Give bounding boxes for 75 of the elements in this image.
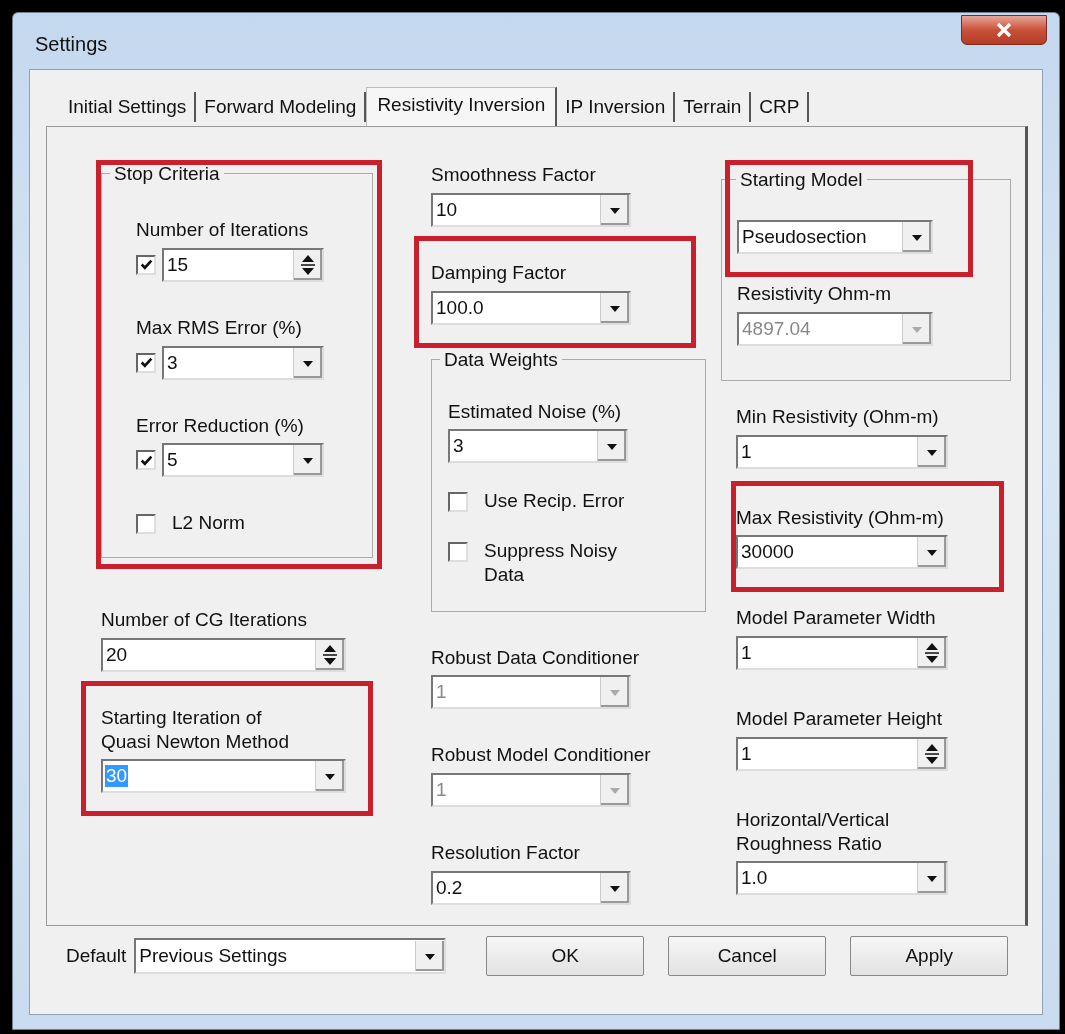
field-value: 1 bbox=[740, 440, 753, 463]
tab[interactable]: Resistivity Inversion bbox=[366, 87, 558, 126]
checkbox-label: Use Recip. Error bbox=[484, 489, 625, 513]
combo-box[interactable]: 3 bbox=[448, 429, 628, 464]
checkbox[interactable] bbox=[136, 352, 156, 373]
field-value: 30000 bbox=[740, 541, 795, 564]
field-value: 1 bbox=[435, 681, 448, 704]
field-label: Resolution Factor bbox=[431, 841, 581, 865]
field-value: 20 bbox=[105, 643, 129, 666]
checkbox[interactable] bbox=[136, 254, 156, 275]
field-label: Robust Model Conditioner bbox=[431, 743, 652, 767]
field-value: 1.0 bbox=[740, 867, 769, 890]
field-value: Previous Settings bbox=[138, 945, 289, 967]
field-label: Number of CG Iterations bbox=[101, 608, 308, 632]
field-label: Smoothness Factor bbox=[431, 163, 597, 187]
field-value: 15 bbox=[166, 253, 190, 276]
combo-box[interactable]: 5 bbox=[162, 443, 324, 478]
combo-box[interactable]: 3 bbox=[162, 345, 324, 380]
field-label: Max Resistivity (Ohm-m) bbox=[736, 505, 945, 530]
field-value: 1 bbox=[740, 742, 753, 765]
checkmark-icon bbox=[139, 356, 153, 369]
checkbox[interactable] bbox=[136, 514, 156, 535]
field-value: 4897.04 bbox=[741, 317, 812, 340]
field-label: Model Parameter Height bbox=[736, 707, 943, 731]
combo-box[interactable]: 1.0 bbox=[736, 861, 948, 896]
field-value: 30 bbox=[105, 765, 129, 788]
field-value: 1 bbox=[740, 642, 753, 664]
combo-box[interactable]: 10 bbox=[431, 192, 631, 227]
checkmark-icon bbox=[139, 258, 153, 272]
spin-box[interactable]: 15 bbox=[162, 247, 324, 282]
field-label: Number of Iterations bbox=[136, 218, 310, 242]
field-label: Min Resistivity (Ohm-m) bbox=[736, 404, 940, 429]
field-label: Estimated Noise (%) bbox=[448, 399, 623, 424]
field-value: 5 bbox=[166, 449, 179, 472]
window-title: Settings bbox=[35, 33, 108, 56]
checkbox-label: L2 Norm bbox=[172, 511, 245, 535]
spin-arrows-icon[interactable] bbox=[315, 639, 344, 670]
spin-box[interactable]: 1 bbox=[736, 636, 948, 670]
dialog-button[interactable]: Cancel bbox=[668, 936, 827, 976]
field-label: Damping Factor bbox=[431, 260, 568, 285]
combo-box[interactable]: 0.2 bbox=[431, 870, 631, 905]
default-label: Default bbox=[66, 944, 127, 968]
checkbox[interactable] bbox=[136, 450, 156, 471]
combo-box[interactable]: 1 bbox=[736, 434, 948, 469]
field-label: Horizontal/Vertical Roughness Ratio bbox=[736, 807, 891, 856]
checkmark-icon bbox=[139, 453, 153, 467]
combo-box[interactable]: Previous Settings bbox=[134, 938, 447, 974]
field-label: Error Reduction (%) bbox=[136, 413, 305, 438]
field-label: Model Parameter Width bbox=[736, 606, 937, 630]
field-value: 3 bbox=[452, 435, 465, 458]
combo-box[interactable]: Pseudosection bbox=[737, 220, 933, 254]
spin-arrows-icon[interactable] bbox=[917, 738, 946, 769]
checkbox[interactable] bbox=[448, 542, 468, 562]
field-value: 3 bbox=[166, 351, 179, 374]
checkbox[interactable] bbox=[448, 492, 468, 513]
field-label: Robust Data Conditioner bbox=[431, 645, 641, 670]
close-icon[interactable] bbox=[994, 22, 1014, 38]
field-value: 100.0 bbox=[435, 296, 485, 319]
combo-box[interactable]: 30000 bbox=[736, 535, 948, 570]
field-label: Starting Iteration of Quasi Newton Method bbox=[101, 705, 290, 754]
field-value: 0.2 bbox=[435, 876, 464, 899]
checkbox-label: Suppress Noisy Data bbox=[484, 539, 618, 587]
dialog-button[interactable]: OK bbox=[486, 936, 645, 976]
field-label: Max RMS Error (%) bbox=[136, 315, 303, 340]
field-value: Pseudosection bbox=[741, 226, 868, 248]
field-value: 10 bbox=[435, 198, 459, 221]
dialog-button[interactable]: Apply bbox=[850, 936, 1009, 976]
spin-box[interactable]: 20 bbox=[101, 637, 346, 672]
field-label: Resistivity Ohm-m bbox=[737, 282, 893, 306]
field-value: 1 bbox=[435, 779, 448, 801]
combo-box[interactable]: 100.0 bbox=[431, 290, 631, 325]
spin-box[interactable]: 1 bbox=[736, 736, 948, 771]
close-button[interactable] bbox=[961, 15, 1047, 45]
spin-arrows-icon[interactable] bbox=[293, 249, 322, 280]
spin-arrows-icon[interactable] bbox=[917, 638, 946, 668]
